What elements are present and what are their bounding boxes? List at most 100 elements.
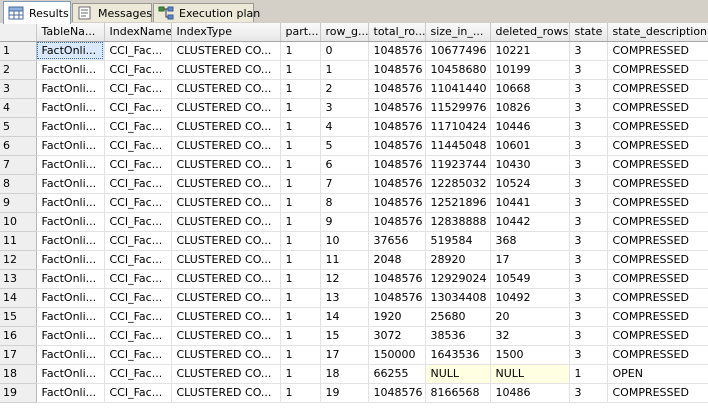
- cell-indextype[interactable]: CLUSTERED CO...: [171, 383, 281, 403]
- cell-state-description[interactable]: COMPRESSED: [607, 136, 708, 156]
- cell-row-group[interactable]: 0: [320, 41, 369, 61]
- cell-total-rows[interactable]: 1048576: [368, 269, 426, 289]
- cell-size-in-bytes[interactable]: 12838888: [425, 212, 491, 232]
- table-row[interactable]: 4 FactOnli... CCI_Fac... CLUSTERED CO... 1 3 1…: [0, 98, 708, 118]
- cell-tablename[interactable]: FactOnli...: [36, 250, 105, 270]
- cell-indexname[interactable]: CCI_Fac...: [104, 98, 172, 118]
- table-row[interactable]: 15 FactOnli... CCI_Fac... CLUSTERED CO... 1 1…: [0, 307, 708, 327]
- cell-total-rows[interactable]: 150000: [368, 345, 426, 365]
- row-number[interactable]: 1: [0, 41, 37, 61]
- row-number[interactable]: 6: [0, 136, 37, 156]
- cell-total-rows[interactable]: 1048576: [368, 136, 426, 156]
- row-number[interactable]: 3: [0, 79, 37, 99]
- cell-partition[interactable]: 1: [280, 307, 321, 327]
- column-header-state-description[interactable]: state_description: [607, 23, 708, 42]
- cell-row-group[interactable]: 3: [320, 98, 369, 118]
- cell-indextype[interactable]: CLUSTERED CO...: [171, 174, 281, 194]
- cell-state-description[interactable]: COMPRESSED: [607, 98, 708, 118]
- cell-row-group[interactable]: 1: [320, 60, 369, 80]
- cell-size-in-bytes[interactable]: 28920: [425, 250, 491, 270]
- cell-deleted-rows[interactable]: NULL: [490, 364, 570, 384]
- cell-tablename[interactable]: FactOnli...: [36, 41, 105, 61]
- cell-indextype[interactable]: CLUSTERED CO...: [171, 136, 281, 156]
- cell-deleted-rows[interactable]: 10486: [490, 383, 570, 403]
- cell-indexname[interactable]: CCI_Fac...: [104, 117, 172, 137]
- cell-indexname[interactable]: CCI_Fac...: [104, 269, 172, 289]
- cell-size-in-bytes[interactable]: 12285032: [425, 174, 491, 194]
- cell-tablename[interactable]: FactOnli...: [36, 269, 105, 289]
- cell-size-in-bytes[interactable]: 38536: [425, 326, 491, 346]
- cell-partition[interactable]: 1: [280, 383, 321, 403]
- cell-state-description[interactable]: COMPRESSED: [607, 193, 708, 213]
- cell-deleted-rows[interactable]: 32: [490, 326, 570, 346]
- cell-tablename[interactable]: FactOnli...: [36, 364, 105, 384]
- cell-tablename[interactable]: FactOnli...: [36, 288, 105, 308]
- cell-indextype[interactable]: CLUSTERED CO...: [171, 269, 281, 289]
- cell-state-description[interactable]: COMPRESSED: [607, 250, 708, 270]
- row-number[interactable]: 19: [0, 383, 37, 403]
- cell-row-group[interactable]: 7: [320, 174, 369, 194]
- cell-size-in-bytes[interactable]: 8166568: [425, 383, 491, 403]
- tab-execution-plan[interactable]: Execution plan: [153, 3, 260, 22]
- cell-indexname[interactable]: CCI_Fac...: [104, 326, 172, 346]
- cell-tablename[interactable]: FactOnli...: [36, 136, 105, 156]
- cell-state[interactable]: 3: [569, 326, 608, 346]
- table-row[interactable]: 3 FactOnli... CCI_Fac... CLUSTERED CO... 1 2 1…: [0, 79, 708, 99]
- cell-state-description[interactable]: COMPRESSED: [607, 269, 708, 289]
- cell-size-in-bytes[interactable]: 11529976: [425, 98, 491, 118]
- cell-state-description[interactable]: COMPRESSED: [607, 41, 708, 61]
- cell-indexname[interactable]: CCI_Fac...: [104, 231, 172, 251]
- cell-total-rows[interactable]: 1048576: [368, 60, 426, 80]
- cell-deleted-rows[interactable]: 368: [490, 231, 570, 251]
- cell-row-group[interactable]: 4: [320, 117, 369, 137]
- tab-messages[interactable]: Messages: [72, 3, 152, 22]
- row-number[interactable]: 8: [0, 174, 37, 194]
- cell-size-in-bytes[interactable]: 13034408: [425, 288, 491, 308]
- cell-indextype[interactable]: CLUSTERED CO...: [171, 193, 281, 213]
- column-header-indexname[interactable]: IndexName: [104, 23, 172, 42]
- cell-indexname[interactable]: CCI_Fac...: [104, 364, 172, 384]
- cell-total-rows[interactable]: 1048576: [368, 98, 426, 118]
- cell-row-group[interactable]: 14: [320, 307, 369, 327]
- cell-state[interactable]: 1: [569, 364, 608, 384]
- cell-row-group[interactable]: 18: [320, 364, 369, 384]
- cell-total-rows[interactable]: 1048576: [368, 117, 426, 137]
- cell-row-group[interactable]: 8: [320, 193, 369, 213]
- row-number[interactable]: 7: [0, 155, 37, 175]
- column-header-state[interactable]: state: [569, 23, 608, 42]
- cell-state[interactable]: 3: [569, 383, 608, 403]
- cell-state[interactable]: 3: [569, 269, 608, 289]
- cell-state-description[interactable]: COMPRESSED: [607, 383, 708, 403]
- cell-state-description[interactable]: COMPRESSED: [607, 326, 708, 346]
- cell-partition[interactable]: 1: [280, 326, 321, 346]
- cell-total-rows[interactable]: 1048576: [368, 212, 426, 232]
- cell-state[interactable]: 3: [569, 231, 608, 251]
- cell-size-in-bytes[interactable]: 519584: [425, 231, 491, 251]
- column-header-partition[interactable]: part...: [280, 23, 321, 42]
- table-row[interactable]: 9 FactOnli... CCI_Fac... CLUSTERED CO... 1 8 1…: [0, 193, 708, 213]
- row-number[interactable]: 4: [0, 98, 37, 118]
- cell-size-in-bytes[interactable]: 10458680: [425, 60, 491, 80]
- row-number[interactable]: 14: [0, 288, 37, 308]
- cell-tablename[interactable]: FactOnli...: [36, 79, 105, 99]
- cell-total-rows[interactable]: 1048576: [368, 155, 426, 175]
- table-row[interactable]: 2 FactOnli... CCI_Fac... CLUSTERED CO... 1 1 1…: [0, 60, 708, 80]
- cell-tablename[interactable]: FactOnli...: [36, 231, 105, 251]
- cell-deleted-rows[interactable]: 1500: [490, 345, 570, 365]
- cell-deleted-rows[interactable]: 10221: [490, 41, 570, 61]
- column-header-deleted-rows[interactable]: deleted_rows: [490, 23, 570, 42]
- cell-size-in-bytes[interactable]: 12929024: [425, 269, 491, 289]
- cell-deleted-rows[interactable]: 10549: [490, 269, 570, 289]
- cell-state[interactable]: 3: [569, 250, 608, 270]
- cell-indexname[interactable]: CCI_Fac...: [104, 288, 172, 308]
- cell-state[interactable]: 3: [569, 117, 608, 137]
- table-row[interactable]: 13 FactOnli... CCI_Fac... CLUSTERED CO... 1 1…: [0, 269, 708, 289]
- cell-total-rows[interactable]: 1048576: [368, 79, 426, 99]
- cell-partition[interactable]: 1: [280, 364, 321, 384]
- table-row[interactable]: 18 FactOnli... CCI_Fac... CLUSTERED CO... 1 1…: [0, 364, 708, 384]
- cell-partition[interactable]: 1: [280, 136, 321, 156]
- cell-deleted-rows[interactable]: 20: [490, 307, 570, 327]
- cell-size-in-bytes[interactable]: 25680: [425, 307, 491, 327]
- cell-indextype[interactable]: CLUSTERED CO...: [171, 155, 281, 175]
- cell-partition[interactable]: 1: [280, 98, 321, 118]
